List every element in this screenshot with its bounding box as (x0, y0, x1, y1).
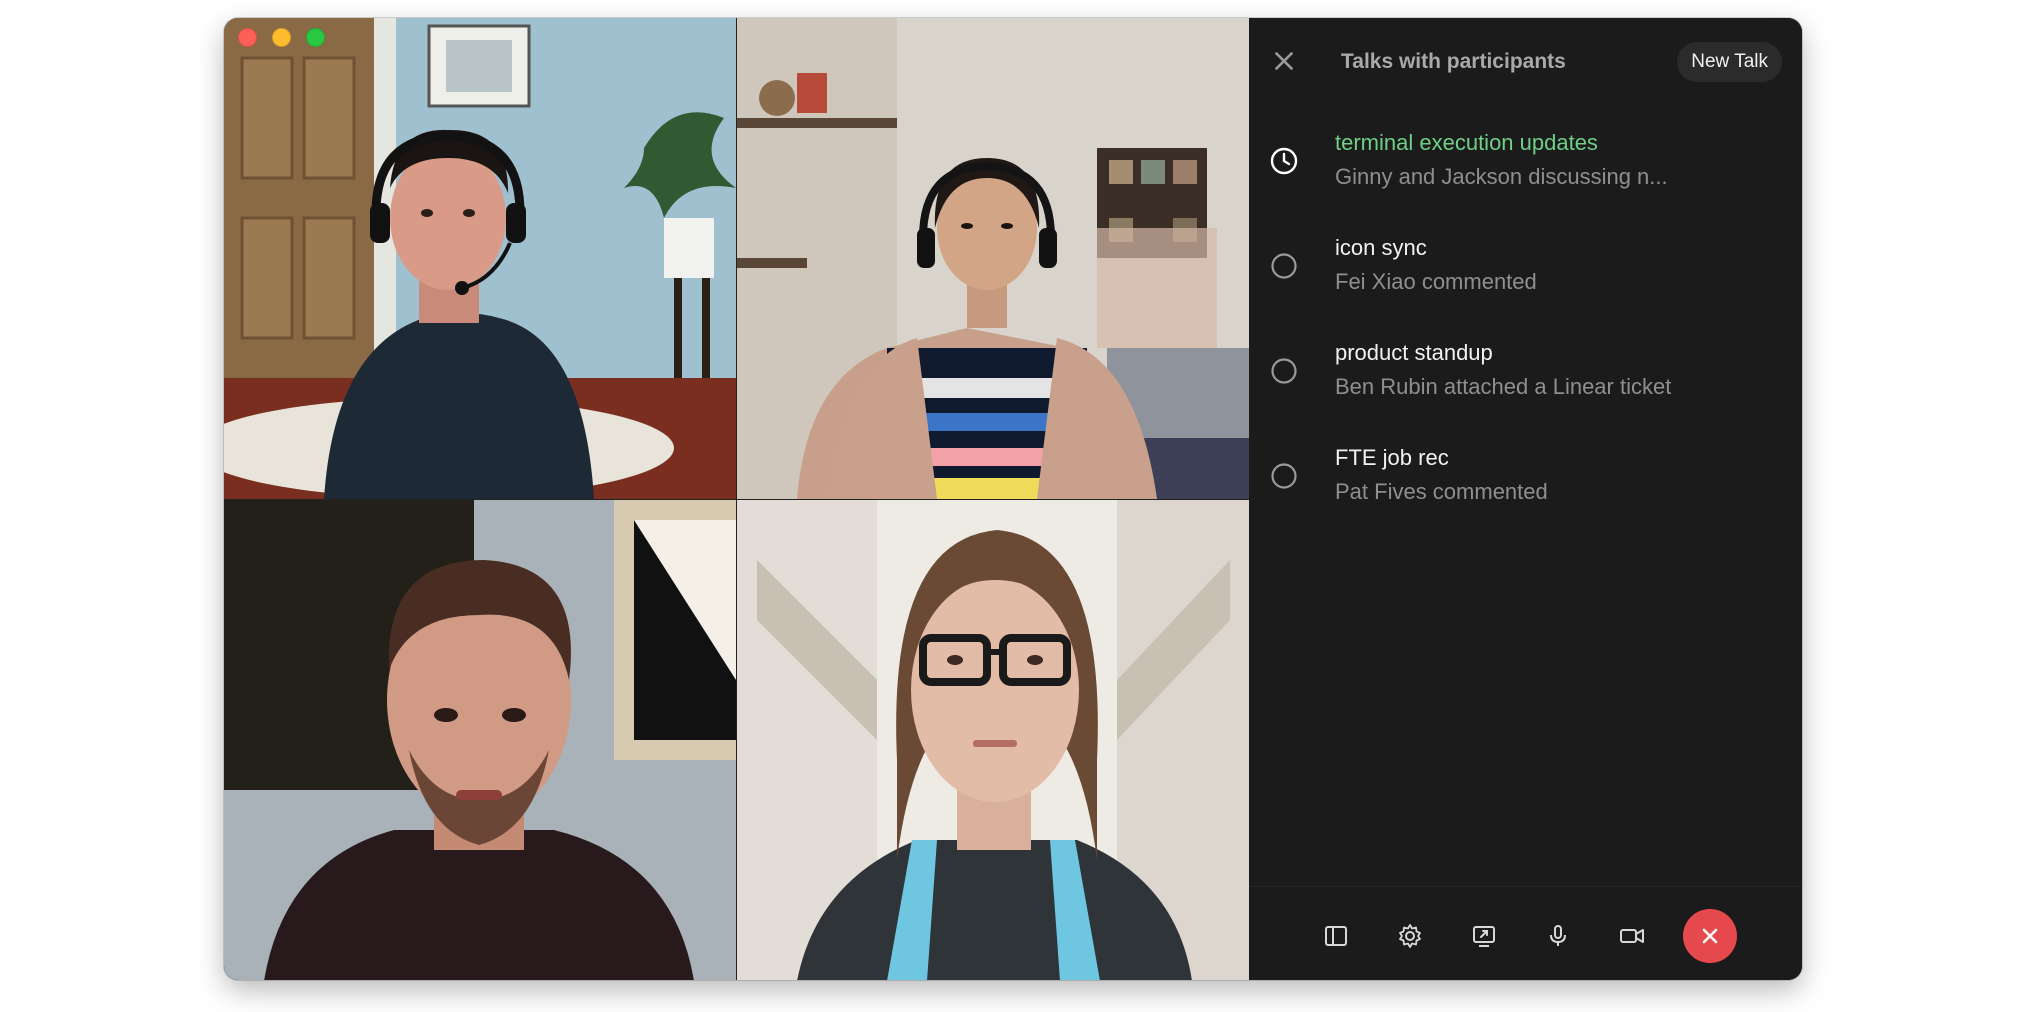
talk-title: terminal execution updates (1335, 130, 1598, 155)
talk-subtitle: Ben Rubin attached a Linear ticket (1335, 374, 1672, 399)
talk-subtitle: Pat Fives commented (1335, 479, 1548, 504)
talk-item-icon-sync[interactable]: icon sync Fei Xiao commented (1249, 219, 1802, 324)
participant-video-3 (224, 500, 736, 980)
call-toolbar (1249, 886, 1802, 980)
sidebar-icon[interactable] (1311, 911, 1361, 961)
new-talk-button[interactable]: New Talk (1677, 42, 1782, 82)
talk-item-product-standup[interactable]: product standup Ben Rubin attached a Lin… (1249, 324, 1802, 429)
window-minimize-button[interactable] (272, 28, 291, 47)
circle-icon (1269, 251, 1299, 281)
participant-video-4 (737, 500, 1250, 980)
participant-video-tile-3[interactable] (224, 500, 736, 980)
window-zoom-button[interactable] (306, 28, 325, 47)
talk-title: icon sync (1335, 235, 1427, 260)
call-window: Talks with participants New Talk termina… (224, 18, 1802, 980)
talk-list: terminal execution updates Ginny and Jac… (1249, 114, 1802, 534)
talk-item-terminal-execution-updates[interactable]: terminal execution updates Ginny and Jac… (1249, 114, 1802, 219)
circle-icon (1269, 461, 1299, 491)
window-close-button[interactable] (238, 28, 257, 47)
talk-title: FTE job rec (1335, 445, 1449, 470)
panel-header: Talks with participants New Talk (1249, 18, 1802, 106)
circle-icon (1269, 356, 1299, 386)
microphone-icon[interactable] (1533, 911, 1583, 961)
participant-video-tile-1[interactable] (224, 18, 736, 499)
talk-item-fte-job-rec[interactable]: FTE job rec Pat Fives commented (1249, 429, 1802, 534)
window-controls (238, 28, 325, 47)
end-call-icon[interactable] (1683, 909, 1737, 963)
talk-title: product standup (1335, 340, 1493, 365)
talk-subtitle: Ginny and Jackson discussing n... (1335, 164, 1668, 189)
talk-subtitle: Fei Xiao commented (1335, 269, 1537, 294)
panel-title: Talks with participants (1341, 50, 1566, 73)
clock-icon (1269, 146, 1299, 176)
screen-share-icon[interactable] (1459, 911, 1509, 961)
close-icon[interactable] (1269, 46, 1299, 76)
participant-video-1 (224, 18, 736, 499)
participant-video-tile-4[interactable] (737, 500, 1250, 980)
video-camera-icon[interactable] (1607, 911, 1657, 961)
participant-video-2 (737, 18, 1250, 499)
talks-panel: Talks with participants New Talk termina… (1249, 18, 1802, 980)
participant-video-tile-2[interactable] (737, 18, 1250, 499)
gear-icon[interactable] (1385, 911, 1435, 961)
video-grid (224, 18, 1250, 980)
